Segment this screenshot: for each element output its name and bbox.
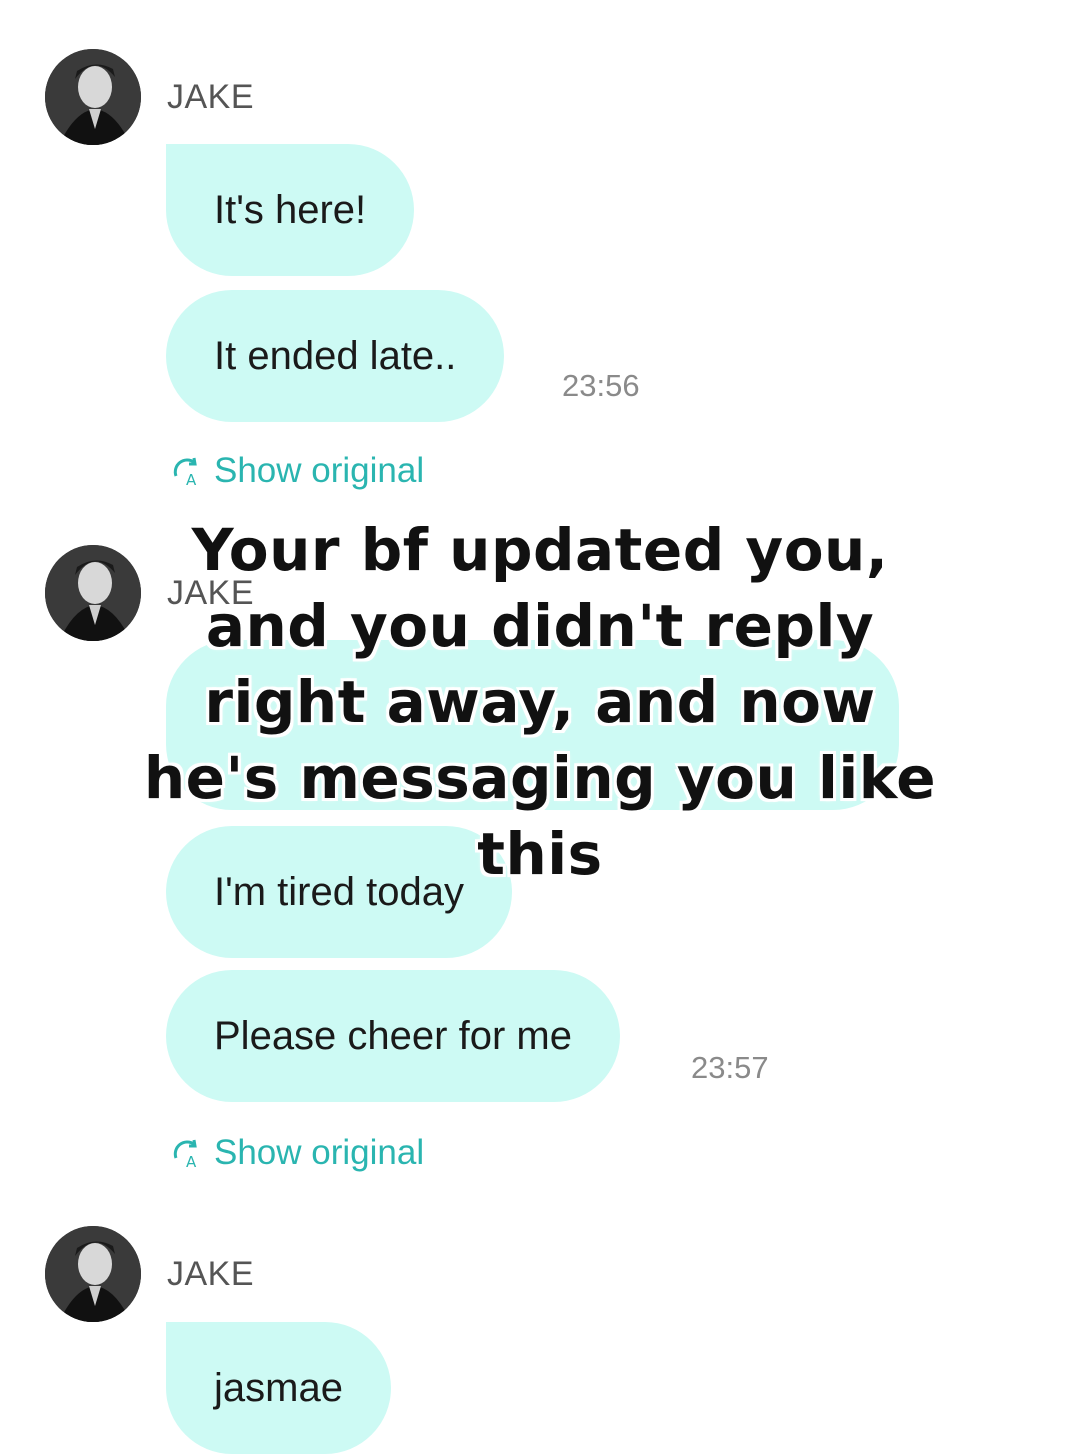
avatar[interactable]	[45, 1226, 141, 1322]
message-bubble[interactable]: It ended late..	[166, 290, 505, 422]
svg-text:A: A	[186, 1153, 197, 1170]
overlay-caption: Your bf updated you, and you didn't repl…	[143, 516, 937, 888]
sender-name: JAKE	[167, 1255, 255, 1293]
show-original-label: Show original	[214, 1133, 425, 1172]
message-bubble[interactable]: It's here!	[166, 144, 415, 276]
show-original-label: Show original	[214, 451, 425, 490]
sender-name: JAKE	[167, 78, 255, 116]
message-bubble[interactable]: Please cheer for me	[166, 970, 620, 1102]
message-bubble[interactable]: jasmae	[166, 1322, 391, 1454]
translate-icon: A	[173, 457, 197, 488]
svg-text:A: A	[186, 471, 197, 488]
timestamp: 23:57	[691, 1050, 769, 1085]
avatar[interactable]	[45, 49, 141, 145]
avatar[interactable]	[45, 545, 141, 641]
show-original-link[interactable]: A Show original	[170, 451, 424, 491]
translate-icon: A	[173, 1139, 197, 1170]
timestamp: 23:56	[562, 368, 640, 403]
show-original-link[interactable]: A Show original	[170, 1133, 424, 1173]
